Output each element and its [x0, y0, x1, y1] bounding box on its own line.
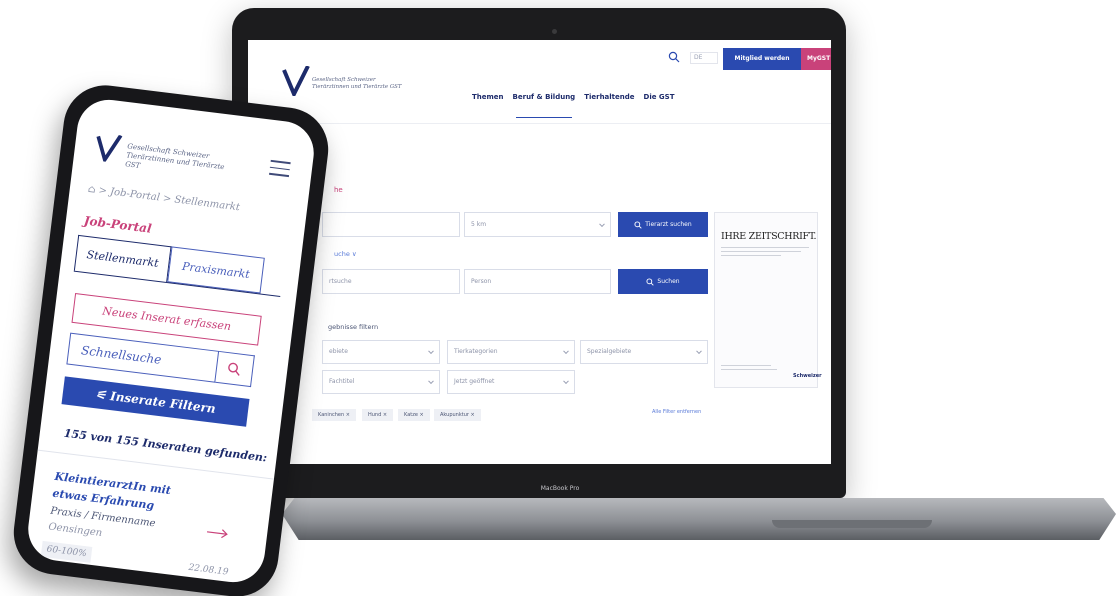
vet-search-label: Tierarzt suchen: [645, 221, 692, 228]
animal-category-select[interactable]: Tierkategorien: [447, 340, 575, 364]
filter-select-label: ebiete: [329, 348, 348, 355]
nav-item-themen[interactable]: Themen: [472, 93, 504, 101]
workload-badge: 60-100%: [40, 540, 93, 563]
tab-stellenmarkt[interactable]: Stellenmarkt: [73, 234, 172, 283]
specialty-select[interactable]: Spezialgebiete: [580, 340, 708, 364]
distance-select[interactable]: 5 km: [464, 212, 611, 237]
gst-logo-icon[interactable]: [93, 132, 123, 164]
quick-search-input[interactable]: Schnellsuche: [66, 332, 220, 383]
member-button[interactable]: Mitglied werden: [723, 48, 801, 70]
main-nav: Themen Beruf & Bildung Tierhaltende Die …: [472, 93, 675, 101]
nav-item-tierhaltende[interactable]: Tierhaltende: [584, 93, 634, 101]
quick-search-button[interactable]: [215, 350, 255, 388]
language-select[interactable]: DE: [690, 52, 718, 64]
chevron-down-icon: [428, 348, 434, 355]
laptop-notch: [772, 520, 932, 528]
open-now-label: Jetzt geöffnet: [454, 378, 495, 385]
clear-filters-link[interactable]: Alle Filter entfernen: [652, 409, 701, 415]
ad-text-line: [721, 251, 801, 252]
filter-ads-button[interactable]: ⚟ Inserate Filtern: [61, 376, 250, 427]
chevron-down-icon: [563, 348, 569, 355]
search-button-label: Suchen: [657, 278, 680, 285]
job-location: Oensingen: [47, 521, 103, 539]
filter-ads-label: Inserate Filtern: [109, 389, 217, 416]
filter-select[interactable]: ebiete: [322, 340, 440, 364]
title-select[interactable]: Fachtitel: [322, 370, 440, 394]
ad-text-line: [721, 365, 771, 366]
search-icon: [646, 277, 655, 286]
laptop-camera: [552, 29, 557, 34]
title-select-label: Fachtitel: [329, 378, 355, 385]
ad-title: IHRE ZEITSCHRIFT.: [721, 231, 817, 242]
search-icon: [634, 220, 642, 229]
specialty-label: Spezialgebiete: [587, 348, 632, 355]
extended-search-toggle[interactable]: uche ∨: [334, 250, 357, 258]
nav-item-beruf-bildung[interactable]: Beruf & Bildung: [513, 93, 576, 101]
laptop-screen: DE Mitglied werden MyGST Gesellschaft Sc…: [248, 40, 831, 464]
vet-search-button[interactable]: Tierarzt suchen: [618, 212, 708, 237]
chevron-down-icon: [563, 378, 569, 385]
distance-value: 5 km: [471, 221, 487, 228]
section-title-fragment: he: [334, 186, 343, 194]
nav-item-die-gst[interactable]: Die GST: [644, 93, 675, 101]
arrow-right-icon[interactable]: [206, 527, 229, 540]
filter-heading: gebnisse filtern: [328, 323, 379, 331]
gst-logo-icon[interactable]: [282, 66, 310, 96]
location-input[interactable]: [322, 212, 460, 237]
filter-chip-label: Kaninchen: [318, 412, 345, 418]
job-date: 22.08.19: [187, 562, 229, 578]
filter-chip[interactable]: Katze ×: [398, 409, 430, 421]
ad-text-line: [721, 255, 781, 256]
ad-text-line: [721, 369, 777, 370]
breadcrumb[interactable]: ⌂ > Job-Portal > Stellenmarkt: [87, 184, 240, 214]
page-title: Job-Portal: [83, 213, 153, 236]
desktop-topbar: DE Mitglied werden MyGST: [248, 40, 831, 76]
filter-chip-label: Hund: [368, 412, 382, 418]
person-input[interactable]: Person: [464, 269, 611, 294]
ad-text-line: [721, 247, 809, 248]
filter-chip[interactable]: Akupunktur ×: [434, 409, 481, 421]
chevron-down-icon: [428, 378, 434, 385]
filter-chip[interactable]: Hund ×: [362, 409, 394, 421]
mobile-logo-text: Gesellschaft Schweizer Tierärztinnen und…: [124, 142, 225, 172]
search-icon: [228, 362, 240, 376]
search-button[interactable]: Suchen: [618, 269, 708, 294]
chevron-down-icon: [696, 348, 702, 355]
hamburger-menu-icon[interactable]: [268, 159, 291, 182]
advertisement-banner[interactable]: IHRE ZEITSCHRIFT. Schweizer: [714, 212, 822, 388]
tab-praxismarkt[interactable]: Praxismarkt: [167, 246, 265, 294]
person-placeholder: Person: [471, 278, 492, 285]
freetext-placeholder: rtsuche: [329, 278, 352, 285]
filter-chip-label: Akupunktur: [440, 412, 469, 418]
nav-active-underline: [516, 117, 572, 118]
chevron-down-icon: [599, 220, 605, 227]
open-now-select[interactable]: Jetzt geöffnet: [447, 370, 575, 394]
laptop-brand-label: MacBook Pro: [540, 485, 580, 492]
extended-search-label: uche: [334, 250, 350, 258]
animal-category-label: Tierkategorien: [454, 348, 498, 355]
laptop-base: [282, 498, 1116, 540]
freetext-input[interactable]: rtsuche: [322, 269, 460, 294]
header-divider: [248, 123, 831, 124]
logo-text: Gesellschaft Schweizer Tierärztinnen und…: [312, 77, 402, 90]
filter-chip[interactable]: Kaninchen ×: [312, 409, 356, 421]
ad-logo: Schweizer: [793, 373, 822, 379]
mygst-button[interactable]: MyGST: [801, 48, 831, 70]
search-icon[interactable]: [668, 51, 680, 63]
filter-chip-label: Katze: [404, 412, 418, 418]
